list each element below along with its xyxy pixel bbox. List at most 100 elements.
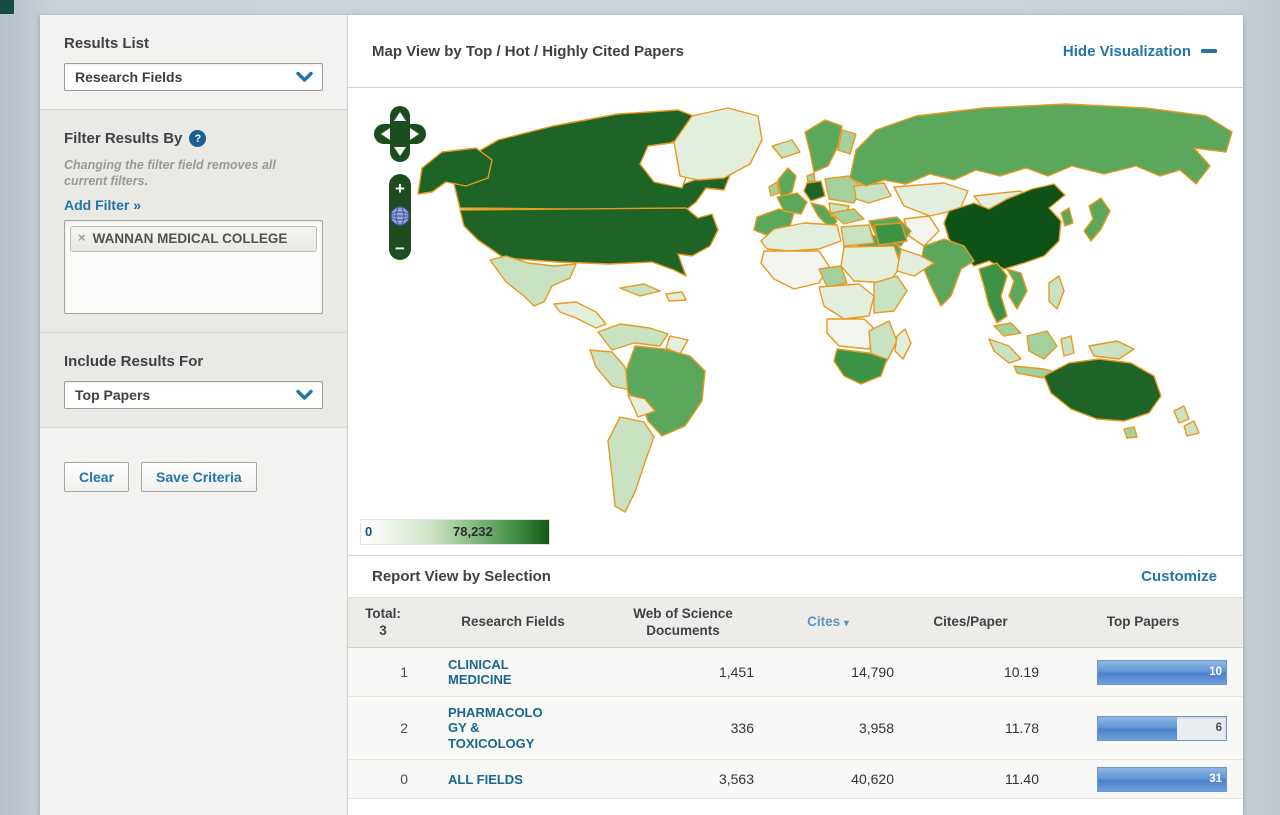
- field-link[interactable]: ALL FIELDS: [448, 772, 550, 787]
- include-results-selected-value: Top Papers: [75, 387, 150, 403]
- country-philippines[interactable]: [1049, 276, 1064, 309]
- top-papers-bar: 31: [1097, 767, 1227, 792]
- zoom-in-icon[interactable]: +: [395, 179, 405, 198]
- minimize-icon: [1201, 49, 1217, 53]
- country-russia[interactable]: [850, 104, 1232, 186]
- country-nigeria[interactable]: [819, 266, 847, 287]
- country-japan[interactable]: [1084, 198, 1110, 241]
- include-results-select[interactable]: Top Papers: [64, 381, 323, 409]
- active-filters-box: × WANNAN MEDICAL COLLEGE: [64, 220, 323, 314]
- cites-per-paper-value: 10.19: [898, 648, 1043, 697]
- country-libya[interactable]: [841, 225, 874, 246]
- filter-chip-label: WANNAN MEDICAL COLLEGE: [93, 231, 288, 246]
- top-papers-bar-fill: [1098, 661, 1226, 684]
- report-header: Report View by Selection Customize: [348, 555, 1243, 597]
- island-sumatra[interactable]: [989, 339, 1021, 363]
- zoom-out-icon[interactable]: −: [395, 239, 405, 258]
- column-header-cites[interactable]: Cites ▾: [758, 598, 898, 648]
- region-central-america[interactable]: [554, 302, 606, 328]
- results-list-select[interactable]: Research Fields: [64, 63, 323, 91]
- region-norway-sweden[interactable]: [805, 120, 842, 172]
- row-rank: 1: [348, 648, 418, 697]
- top-papers-bar: 6: [1097, 716, 1227, 741]
- sidebar-actions-section: Clear Save Criteria: [40, 428, 347, 815]
- filter-title: Filter Results By: [64, 130, 182, 147]
- region-myanmar-thailand[interactable]: [979, 263, 1007, 323]
- customize-link[interactable]: Customize: [1141, 568, 1217, 585]
- country-malaysia[interactable]: [994, 323, 1021, 336]
- country-ireland[interactable]: [769, 182, 779, 196]
- filter-chip[interactable]: × WANNAN MEDICAL COLLEGE: [70, 226, 317, 252]
- cites-per-paper-value: 11.40: [898, 760, 1043, 799]
- island-tasmania[interactable]: [1124, 427, 1137, 438]
- region-argentina-chile[interactable]: [608, 417, 654, 512]
- table-row: 2 PHARMACOLOGY & TOXICOLOGY 336 3,958 11…: [348, 697, 1243, 760]
- region-east-africa[interactable]: [874, 276, 907, 313]
- table-row: 1 CLINICAL MEDICINE 1,451 14,790 10.19 1…: [348, 648, 1243, 697]
- clear-button[interactable]: Clear: [64, 462, 129, 492]
- column-header-cites-per-paper[interactable]: Cites/Paper: [898, 598, 1043, 648]
- sidebar: Results List Research Fields Filter Resu…: [40, 15, 348, 815]
- field-link[interactable]: CLINICAL MEDICINE: [448, 657, 550, 688]
- column-header-top-papers[interactable]: Top Papers: [1043, 598, 1243, 648]
- results-list-section: Results List Research Fields: [40, 15, 347, 110]
- country-iceland[interactable]: [772, 140, 800, 158]
- island-sulawesi[interactable]: [1061, 336, 1074, 356]
- row-rank: 0: [348, 760, 418, 799]
- country-south-korea[interactable]: [1061, 208, 1073, 226]
- country-india[interactable]: [921, 239, 974, 306]
- report-table: Total: 3 Research Fields Web of Science …: [348, 597, 1243, 799]
- legend-max-value: 78,232: [453, 524, 493, 539]
- country-mexico[interactable]: [490, 256, 576, 306]
- report-view-title: Report View by Selection: [372, 568, 551, 585]
- chevron-down-icon: [296, 389, 313, 401]
- top-papers-bar-fill: [1098, 768, 1226, 791]
- country-australia[interactable]: [1044, 359, 1161, 421]
- wos-documents-value: 336: [608, 697, 758, 760]
- country-denmark[interactable]: [807, 173, 815, 182]
- cites-value: 40,620: [758, 760, 898, 799]
- results-list-title: Results List: [64, 35, 323, 52]
- field-link[interactable]: PHARMACOLOGY & TOXICOLOGY: [448, 705, 550, 751]
- top-papers-bar-value: 6: [1216, 722, 1222, 734]
- top-papers-bar-value: 31: [1209, 773, 1222, 785]
- globe-icon[interactable]: [391, 207, 409, 225]
- remove-filter-icon[interactable]: ×: [78, 231, 86, 245]
- row-rank: 2: [348, 697, 418, 760]
- add-filter-link[interactable]: Add Filter »: [64, 197, 141, 213]
- include-results-title: Include Results For: [64, 353, 323, 370]
- top-papers-bar: 10: [1097, 660, 1227, 685]
- total-header: Total: 3: [348, 598, 418, 648]
- country-new-zealand-south[interactable]: [1184, 421, 1199, 436]
- island-borneo[interactable]: [1027, 331, 1057, 359]
- region-colombia-venezuela[interactable]: [598, 324, 668, 350]
- country-new-zealand-north[interactable]: [1174, 406, 1189, 423]
- chevron-down-icon: [296, 71, 313, 83]
- region-vietnam-laos[interactable]: [1007, 269, 1027, 309]
- window-corner-square: [0, 0, 14, 14]
- country-germany[interactable]: [804, 181, 825, 201]
- country-finland[interactable]: [838, 130, 856, 154]
- include-results-section: Include Results For Top Papers: [40, 333, 347, 428]
- filter-section: Filter Results By ? Changing the filter …: [40, 110, 347, 333]
- wos-documents-value: 1,451: [608, 648, 758, 697]
- help-icon[interactable]: ?: [189, 130, 206, 147]
- world-choropleth-map[interactable]: [348, 90, 1243, 520]
- table-row: 0 ALL FIELDS 3,563 40,620 11.40 31: [348, 760, 1243, 799]
- save-criteria-button[interactable]: Save Criteria: [141, 462, 257, 492]
- country-madagascar[interactable]: [895, 329, 911, 359]
- map-area: + − 0 78,232: [348, 88, 1243, 555]
- country-hispaniola[interactable]: [666, 292, 686, 301]
- country-united-kingdom[interactable]: [778, 168, 796, 197]
- column-header-research-fields[interactable]: Research Fields: [418, 598, 608, 648]
- column-header-wos-documents[interactable]: Web of Science Documents: [608, 598, 758, 648]
- country-cuba[interactable]: [620, 284, 660, 296]
- island-new-guinea[interactable]: [1089, 341, 1134, 359]
- country-ukraine[interactable]: [854, 183, 891, 203]
- hide-visualization-link[interactable]: Hide Visualization: [1063, 43, 1217, 60]
- region-central-africa[interactable]: [819, 284, 874, 319]
- table-header-row: Total: 3 Research Fields Web of Science …: [348, 598, 1243, 648]
- visualization-header: Map View by Top / Hot / Highly Cited Pap…: [348, 15, 1243, 88]
- country-egypt[interactable]: [874, 223, 907, 245]
- country-peru[interactable]: [590, 350, 630, 390]
